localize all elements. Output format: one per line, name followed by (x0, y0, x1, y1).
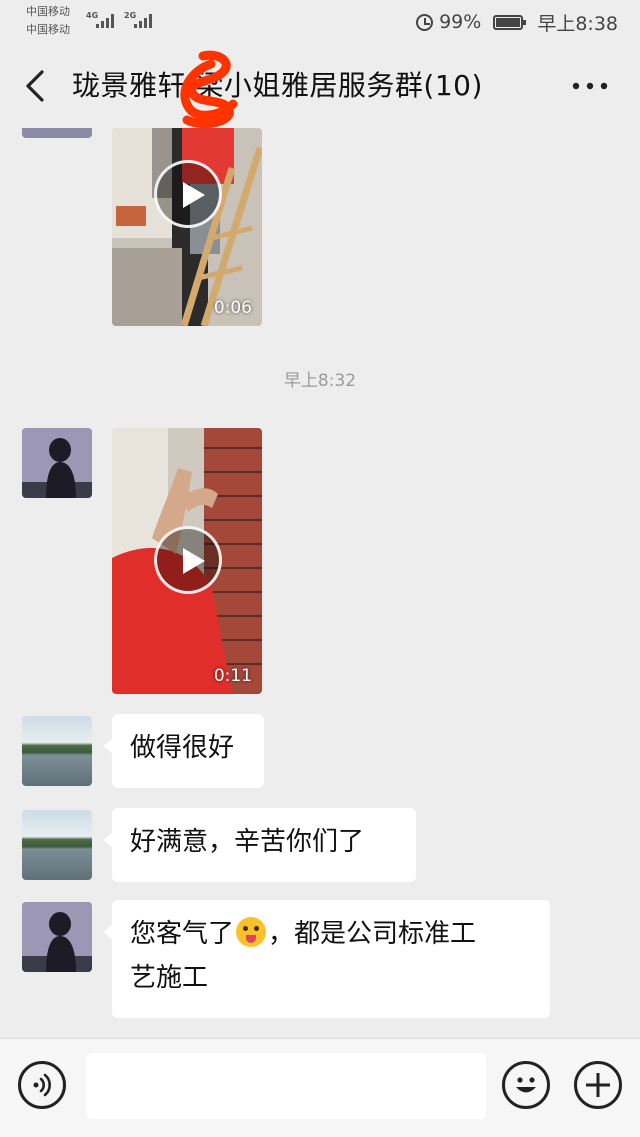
tongue-wink-emoji-icon (236, 917, 267, 947)
message-text: 您客气了 (130, 919, 235, 949)
video-duration: 0:06 (213, 298, 252, 318)
video-duration: 0:11 (213, 666, 252, 686)
emoji-button[interactable] (502, 1061, 550, 1109)
play-icon[interactable] (154, 160, 222, 228)
signal-bars-2-icon (134, 14, 152, 28)
emoji-icon (516, 1077, 536, 1093)
chat-header: 珑景雅轩 梁小姐雅居服务群(10) (0, 44, 640, 129)
signal-bars-1-icon (96, 14, 114, 28)
clock: 早上8:38 (537, 12, 618, 35)
carrier-2: 中国移动 (26, 23, 70, 36)
back-button[interactable] (18, 64, 52, 108)
avatar[interactable] (22, 902, 92, 972)
message-list[interactable]: 0:06 早上8:32 0:11 做得很好 好满意，辛苦你们了 您客气了 ，都是… (0, 128, 640, 1038)
video-message[interactable]: 0:06 (112, 128, 262, 326)
input-bar (0, 1038, 640, 1137)
back-arrow-icon (26, 70, 44, 102)
voice-icon (33, 1073, 51, 1097)
avatar[interactable] (22, 810, 92, 880)
message-bubble[interactable]: 您客气了 ，都是公司标准工艺施工 (103, 900, 550, 1018)
plus-icon (586, 1073, 610, 1097)
avatar[interactable] (22, 716, 92, 786)
message-text: ，都是公司标准工 (268, 919, 477, 949)
plus-button[interactable] (574, 1061, 622, 1109)
voice-button[interactable] (18, 1061, 66, 1109)
avatar[interactable] (22, 428, 92, 498)
time-separator: 早上8:32 (283, 371, 357, 391)
status-right: 99% 早上8:38 (416, 9, 618, 35)
battery-percent: 99% (439, 11, 482, 33)
video-message[interactable]: 0:11 (112, 428, 262, 694)
avatar[interactable] (22, 128, 92, 138)
redaction-scribble (180, 50, 238, 129)
play-icon[interactable] (154, 526, 222, 594)
status-bar: 中国移动 中国移动 4G 2G 99% 早上8:38 (0, 0, 640, 44)
alarm-icon (416, 13, 434, 31)
avatar-image (22, 902, 92, 972)
more-button[interactable] (570, 68, 610, 104)
avatar-image (22, 428, 92, 498)
chat-title: 珑景雅轩 梁小姐雅居服务群(10) (72, 69, 483, 102)
message-bubble[interactable]: 做得很好 (103, 714, 264, 788)
message-bubble[interactable]: 好满意，辛苦你们了 (103, 808, 416, 882)
message-text: 艺施工 (130, 963, 209, 993)
message-input[interactable] (86, 1053, 486, 1119)
battery-icon (493, 14, 527, 30)
carrier-1: 中国移动 (26, 5, 70, 18)
more-icon (572, 82, 608, 90)
